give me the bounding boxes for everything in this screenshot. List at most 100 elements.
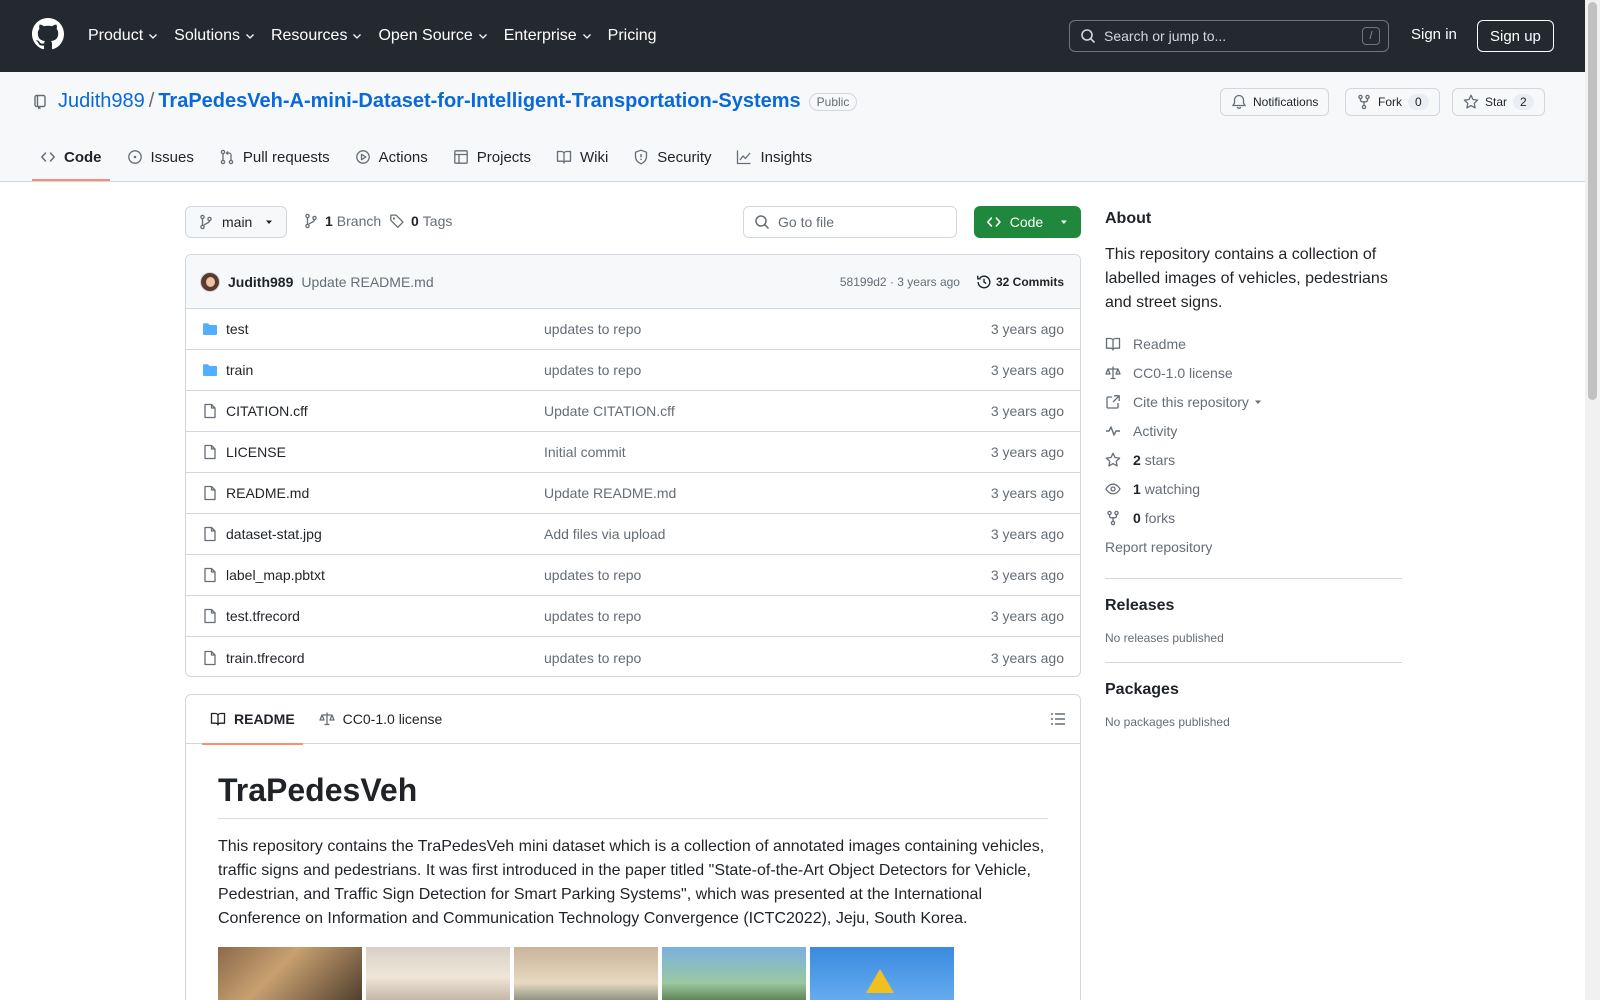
tab-code[interactable]: Code (32, 133, 110, 181)
file-name-link[interactable]: README.md (226, 485, 544, 501)
tab-readme[interactable]: README (202, 695, 303, 745)
table-row[interactable]: test.tfrecord updates to repo 3 years ago (186, 596, 1080, 637)
branch-select[interactable]: main (185, 206, 288, 238)
file-name-link[interactable]: test.tfrecord (226, 608, 544, 624)
commit-author-link[interactable]: Judith989 (228, 274, 293, 290)
file-commit-message-link[interactable]: Initial commit (544, 444, 991, 460)
list-unordered-icon[interactable] (1050, 711, 1066, 727)
file-list: test updates to repo 3 years ago train updat… (186, 309, 1080, 676)
nav-enterprise[interactable]: Enterprise (504, 27, 593, 45)
tab-license[interactable]: CC0-1.0 license (311, 695, 451, 744)
nav-open-source[interactable]: Open Source (378, 27, 488, 45)
history-icon (977, 275, 991, 288)
file-commit-message-link[interactable]: Update README.md (544, 485, 991, 501)
nav-resources[interactable]: Resources (271, 27, 363, 45)
tab-label: Security (657, 148, 712, 166)
file-name-link[interactable]: train.tfrecord (226, 650, 544, 666)
releases-heading[interactable]: Releases (1105, 597, 1402, 615)
file-commit-message-link[interactable]: updates to repo (544, 567, 991, 583)
report-repository-link[interactable]: Report repository (1105, 532, 1402, 561)
tab-insights[interactable]: Insights (728, 133, 820, 181)
file-commit-message-link[interactable]: updates to repo (544, 362, 991, 378)
repo-name-link[interactable]: TraPedesVeh-A-mini-Dataset-for-Intellige… (158, 90, 800, 113)
readme-image[interactable] (810, 947, 954, 1000)
search-input[interactable]: Search or jump to... / (1069, 20, 1389, 52)
file-name-link[interactable]: train (226, 362, 544, 378)
table-row[interactable]: label_map.pbtxt updates to repo 3 years ag… (186, 555, 1080, 596)
go-to-file-input[interactable]: Go to file (743, 206, 957, 238)
tag-icon (390, 214, 404, 228)
table-row[interactable]: CITATION.cff Update CITATION.cff 3 years a… (186, 391, 1080, 432)
chevron-down-icon (246, 34, 254, 39)
file-commit-message-link[interactable]: Update CITATION.cff (544, 403, 991, 419)
nav-solutions[interactable]: Solutions (174, 27, 256, 45)
nav-label: Enterprise (503, 27, 577, 44)
readme-image[interactable] (366, 947, 510, 1000)
tab-pull-requests[interactable]: Pull requests (211, 133, 338, 181)
file-commit-message-link[interactable]: updates to repo (544, 608, 991, 624)
file-icon (204, 650, 216, 665)
latest-commit-bar: Judith989 Update README.md 58199d2 · 3 y… (186, 255, 1080, 309)
readme-link[interactable]: Readme (1105, 329, 1402, 358)
sign-up-button[interactable]: Sign up (1477, 20, 1554, 52)
nav-label: Resources (270, 27, 348, 44)
tab-license-label: CC0-1.0 license (342, 711, 443, 727)
nav-pricing[interactable]: Pricing (608, 27, 657, 45)
star-button[interactable]: Star 2 (1452, 88, 1545, 116)
readme-image[interactable] (662, 947, 806, 1000)
watching-count: 1 (1133, 480, 1141, 497)
watchers-link[interactable]: 1 watching (1105, 474, 1402, 503)
table-row[interactable]: train updates to repo 3 years ago (186, 350, 1080, 391)
table-row[interactable]: dataset-stat.jpg Add files via upload 3 ye… (186, 514, 1080, 555)
readme-image[interactable] (218, 947, 362, 1000)
file-name-link[interactable]: label_map.pbtxt (226, 567, 544, 583)
cite-repository-link[interactable]: Cite this repository (1105, 387, 1402, 416)
star-icon (1463, 94, 1479, 109)
table-row[interactable]: train.tfrecord updates to repo 3 years ago (186, 637, 1080, 676)
global-header: Product Solutions Resources Open Source Ente… (0, 0, 1585, 72)
commits-link[interactable]: 32 Commits (976, 274, 1064, 290)
file-name-link[interactable]: LICENSE (226, 444, 544, 460)
avatar[interactable] (200, 271, 220, 292)
tab-projects[interactable]: Projects (445, 133, 539, 181)
code-button-label: Code (1009, 214, 1044, 230)
file-commit-message-link[interactable]: Add files via upload (544, 526, 991, 542)
pulse-icon (1106, 425, 1120, 436)
graph-icon (737, 150, 751, 165)
code-button[interactable]: Code (974, 206, 1081, 238)
scrollbar-thumb[interactable] (1588, 2, 1597, 400)
tab-wiki[interactable]: Wiki (548, 133, 616, 181)
tags-link[interactable]: 0 Tags (389, 213, 452, 229)
file-name-link[interactable]: test (226, 321, 544, 337)
notifications-button[interactable]: Notifications (1220, 88, 1330, 116)
repo-owner-link[interactable]: Judith989 (58, 90, 145, 113)
branch-name: main (222, 214, 253, 230)
tab-security[interactable]: Security (625, 133, 719, 181)
github-logo-icon[interactable] (32, 18, 64, 50)
license-link-label: CC0-1.0 license (1133, 364, 1233, 381)
file-commit-message-link[interactable]: updates to repo (544, 321, 991, 337)
file-commit-message-link[interactable]: updates to repo (544, 650, 991, 666)
fork-button[interactable]: Fork 0 (1345, 88, 1440, 116)
activity-link[interactable]: Activity (1105, 416, 1402, 445)
readme-image[interactable] (514, 947, 658, 1000)
table-row[interactable]: test updates to repo 3 years ago (186, 309, 1080, 350)
table-row[interactable]: README.md Update README.md 3 years ago (186, 473, 1080, 514)
commit-message-link[interactable]: Update README.md (301, 274, 433, 290)
file-name-link[interactable]: dataset-stat.jpg (226, 526, 544, 542)
page-scrollbar[interactable] (1585, 0, 1600, 1000)
about-description: This repository contains a collection of… (1105, 246, 1388, 311)
sign-in-link[interactable]: Sign in (1411, 26, 1457, 43)
license-link[interactable]: CC0-1.0 license (1105, 358, 1402, 387)
readme-link-label: Readme (1133, 335, 1186, 352)
file-name-link[interactable]: CITATION.cff (226, 403, 544, 419)
nav-product[interactable]: Product (88, 27, 159, 45)
table-row[interactable]: LICENSE Initial commit 3 years ago (186, 432, 1080, 473)
packages-heading[interactable]: Packages (1105, 681, 1402, 699)
file-commit-date: 3 years ago (990, 362, 1064, 378)
tab-actions[interactable]: Actions (347, 133, 436, 181)
branches-link[interactable]: 1 Branch (303, 213, 381, 229)
tab-issues[interactable]: Issues (119, 133, 202, 181)
stars-link[interactable]: 2 stars (1105, 445, 1402, 474)
forks-link[interactable]: 0 forks (1105, 503, 1402, 532)
